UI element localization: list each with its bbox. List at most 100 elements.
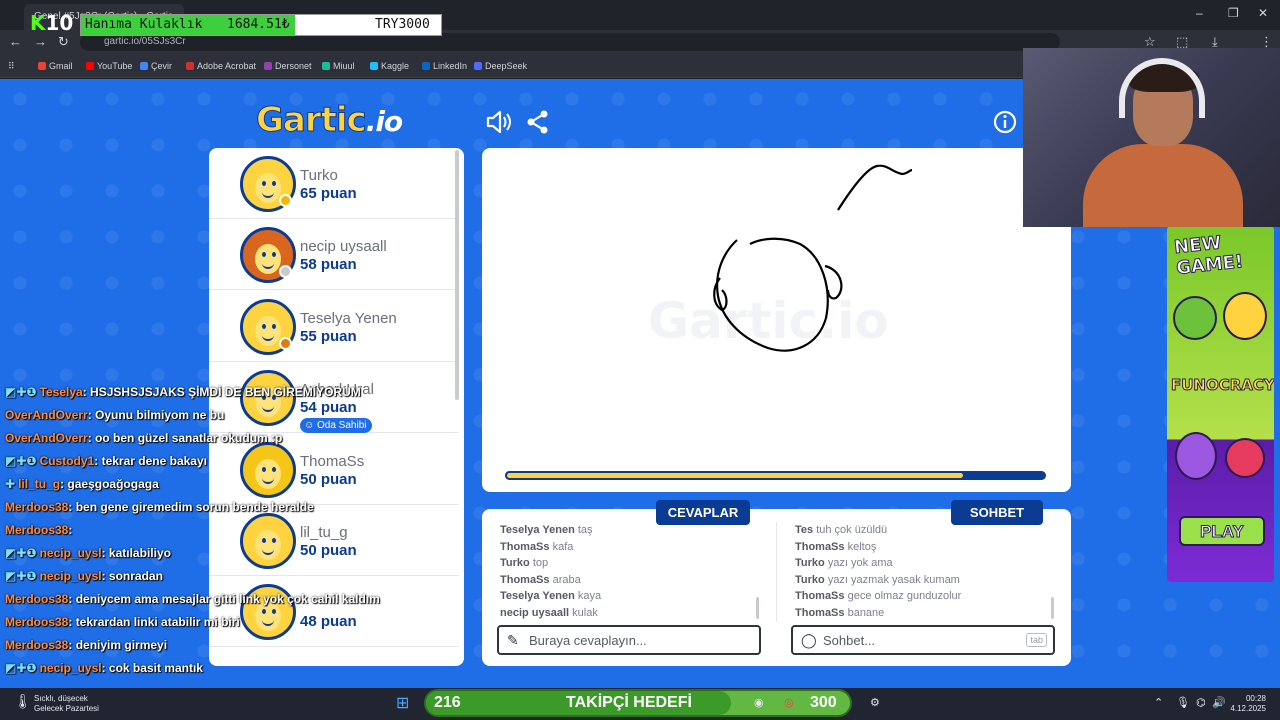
tab-answers[interactable]: CEVAPLAR — [656, 500, 750, 525]
player-row[interactable]: necip uysaall 58 puan — [209, 219, 459, 291]
chat-badge-icon: ◩✚❶ — [5, 546, 37, 560]
owner-icon: ☺ — [304, 420, 317, 432]
reload-icon[interactable]: ↻ — [58, 34, 69, 50]
windows-start-icon[interactable]: ⊞ — [396, 693, 409, 713]
answer-line: Turko top — [500, 557, 549, 569]
ad-play-button[interactable]: PLAY — [1179, 516, 1265, 546]
bookmark-favicon-icon — [322, 62, 330, 70]
info-icon[interactable] — [991, 108, 1019, 136]
gartic-logo[interactable]: Gartic.io — [256, 100, 404, 141]
player-list-scrollbar[interactable] — [455, 150, 459, 400]
donation-target: TRY3000 — [375, 17, 430, 32]
player-status-dot — [279, 194, 292, 207]
bookmark-miuul[interactable]: Miuul — [322, 61, 355, 71]
player-list: Turko 65 puan necip uysaall 58 puan Teselya … — [209, 148, 464, 666]
chat-badge-icon: ◩✚❶ — [5, 454, 37, 468]
funocracy-ad[interactable]: NEW GAME! FUNOCRACY PLAY — [1167, 226, 1274, 582]
stream-chat-message: ◩✚❶ Custody1: tekrar dene bakayı — [5, 454, 207, 468]
player-row[interactable]: lil_tu_g 50 puan — [209, 505, 459, 576]
stream-chat-message: ◩✚❶ Teselya: HSJSHSJSJAKS ŞİMDİ DE BEN Gİ… — [5, 385, 361, 399]
player-row[interactable]: 48 puan — [209, 576, 459, 648]
player-avatar — [240, 441, 296, 498]
chat-scrollbar[interactable] — [1051, 597, 1054, 619]
player-name: Teselya Yenen — [300, 309, 397, 327]
bookmark--evir[interactable]: Çevir — [140, 61, 172, 71]
chat-badge-icon: ◩✚❶ — [5, 569, 37, 583]
bookmark-favicon-icon — [370, 62, 378, 70]
system-clock[interactable]: 00:28 4.12.2025 — [1230, 694, 1266, 714]
ad-title: NEW GAME! — [1173, 232, 1245, 280]
bookmark-favicon-icon — [86, 62, 94, 70]
stream-chat-message: Merdoos38: tekrardan linki atabilir mi b… — [5, 615, 240, 629]
stream-chat-message: Merdoos38: deniyim girmeyi — [5, 638, 168, 652]
back-icon[interactable]: ← — [9, 34, 22, 49]
stream-chat-message: OverAndOverr: oo ben güzel sanatlar okud… — [5, 431, 283, 445]
player-name: ThomaSs — [300, 452, 365, 470]
drawing-canvas[interactable]: Gartic.io — [482, 148, 1071, 492]
player-row[interactable]: Teselya Yenen 55 puan — [209, 291, 459, 362]
chat-line: ThomaSs keltoş — [795, 540, 877, 553]
room-owner-badge: ☺ Oda Sahibi — [300, 418, 373, 434]
network-icon[interactable]: ⌬ — [1196, 696, 1206, 709]
player-score: 48 puan — [300, 613, 357, 631]
whatsapp-icon[interactable]: ◉ — [754, 696, 764, 709]
answers-scrollbar[interactable] — [756, 597, 759, 619]
bookmark-favicon-icon — [422, 62, 430, 70]
steam-icon[interactable]: ⚙ — [870, 696, 880, 709]
sound-icon[interactable] — [484, 108, 512, 136]
stream-chat-message: OverAndOverr: Oyunu bilmiyom ne bu — [5, 408, 225, 422]
volume-icon[interactable]: 🔊 — [1212, 696, 1226, 709]
chat-badge-icon: ◩✚❶ — [5, 661, 37, 675]
goal-target: 300 — [810, 694, 837, 711]
answer-line: ThomaSs kafa — [500, 540, 574, 553]
bookmark-favicon-icon — [38, 62, 46, 70]
bookmark-youtube[interactable]: YouTube — [86, 61, 132, 71]
tab-key-hint: tab — [1026, 633, 1047, 647]
bookmark-adobe-acrobat[interactable]: Adobe Acrobat — [186, 61, 256, 71]
bookmark-linkedin[interactable]: LinkedIn — [422, 61, 467, 71]
share-icon[interactable] — [524, 108, 552, 136]
answer-line: Teselya Yenen taş — [500, 524, 593, 536]
bookmark-kaggle[interactable]: Kaggle — [370, 61, 409, 71]
answer-line: ThomaSs araba — [500, 573, 581, 586]
opera-icon[interactable]: ◎ — [784, 696, 794, 709]
player-score: 54 puan — [300, 399, 357, 417]
player-score: 55 puan — [300, 327, 357, 345]
tab-chat[interactable]: SOHBET — [951, 500, 1043, 525]
streamer-body — [1083, 144, 1243, 227]
bookmark-dersonet[interactable]: Dersonet — [264, 61, 312, 71]
minimize-icon[interactable]: – — [1196, 6, 1203, 20]
player-score: 50 puan — [300, 542, 357, 559]
bookmark-favicon-icon — [186, 62, 194, 70]
goal-current: 216 — [434, 694, 461, 711]
bookmark-deepseek[interactable]: DeepSeek — [474, 61, 527, 71]
goal-label: TAKİPÇİ HEDEFİ — [566, 694, 692, 711]
round-timer-fill — [505, 471, 965, 480]
chat-line: ThomaSs gece olmaz gunduzolur — [795, 590, 962, 602]
answer-input[interactable]: ✎ Buraya cevaplayın... — [497, 625, 761, 655]
drawing-strokes — [713, 164, 913, 352]
player-status-dot — [279, 265, 292, 279]
maximize-icon[interactable]: ❐ — [1228, 6, 1239, 20]
bookmark-label: YouTube — [97, 61, 133, 71]
player-score: 58 puan — [300, 256, 357, 274]
player-row[interactable]: Turko 65 puan — [209, 148, 459, 219]
bookmark-label: Miuul — [333, 61, 355, 71]
forward-icon[interactable]: → — [34, 34, 47, 49]
chat-line: Tes tuh çok üzüldü — [795, 524, 888, 536]
apps-grid-icon[interactable]: ⠿ — [8, 61, 15, 72]
stream-chat-message: ◩✚❶ necip_uysl: sonradan — [5, 569, 163, 583]
weather-widget[interactable]: Sıcklı, düşecek Gelecek Pazartesi — [34, 694, 99, 714]
donation-current: 1684.51₺ — [227, 17, 290, 32]
tray-chevron-icon[interactable]: ⌃ — [1154, 696, 1163, 709]
bookmark-gmail[interactable]: Gmail — [38, 61, 73, 71]
close-icon[interactable]: ✕ — [1258, 6, 1268, 20]
player-name: lil_tu_g — [300, 524, 348, 541]
bookmark-favicon-icon — [140, 62, 148, 70]
bookmark-favicon-icon — [264, 62, 272, 70]
bookmark-label: Kaggle — [381, 61, 410, 71]
chat-input[interactable]: ◯ Sohbet... tab — [791, 625, 1055, 655]
microphone-icon[interactable]: 🎙 — [1176, 696, 1190, 709]
bookmark-label: Adobe Acrobat — [197, 61, 257, 71]
player-score: 65 puan — [300, 185, 357, 202]
